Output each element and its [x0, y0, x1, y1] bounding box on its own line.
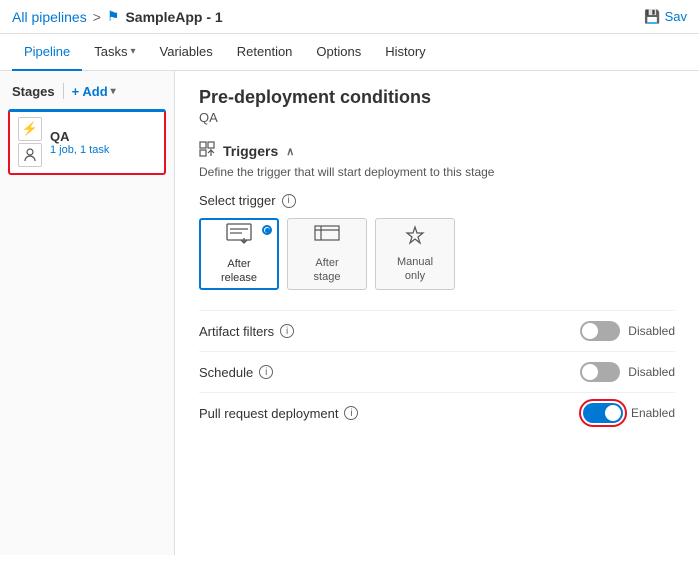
save-icon: 💾 — [644, 9, 660, 25]
stage-icons: ⚡ — [18, 117, 42, 167]
schedule-toggle[interactable] — [580, 362, 620, 382]
save-label: Sav — [665, 9, 687, 24]
trigger-option-after-stage[interactable]: Afterstage — [287, 218, 367, 290]
all-pipelines-link[interactable]: All pipelines — [12, 9, 87, 25]
artifact-filters-toggle-right: Disabled — [580, 321, 675, 341]
breadcrumb: All pipelines > ⚑ SampleApp - 1 — [12, 8, 223, 25]
select-trigger-info-icon[interactable]: i — [282, 194, 296, 208]
stage-person-icon — [18, 143, 42, 167]
trigger-option-manual-only[interactable]: Manualonly — [375, 218, 455, 290]
collapse-icon[interactable]: ∧ — [286, 145, 294, 158]
page-subtitle: QA — [199, 110, 675, 125]
radio-after-release — [262, 225, 272, 235]
tab-options[interactable]: Options — [304, 34, 373, 71]
tasks-dropdown-arrow: ▾ — [131, 46, 136, 57]
artifact-filters-status: Disabled — [628, 324, 675, 338]
artifact-filters-info-icon[interactable]: i — [280, 324, 294, 338]
pull-request-toggle[interactable] — [583, 403, 623, 423]
sidebar-divider — [63, 83, 64, 99]
pull-request-label: Pull request deployment i — [199, 406, 358, 421]
artifact-filters-toggle[interactable] — [580, 321, 620, 341]
top-bar: All pipelines > ⚑ SampleApp - 1 💾 Sav — [0, 0, 699, 34]
pipeline-icon: ⚑ — [107, 8, 120, 25]
page-title: Pre-deployment conditions — [199, 87, 675, 108]
pull-request-status: Enabled — [631, 406, 675, 420]
manual-only-label: Manualonly — [397, 255, 433, 284]
section-triggers-header: Triggers ∧ — [199, 141, 675, 161]
triggers-label: Triggers — [223, 143, 278, 159]
sidebar-header: Stages + Add ▾ — [8, 83, 166, 99]
tab-pipeline[interactable]: Pipeline — [12, 34, 82, 71]
schedule-info-icon[interactable]: i — [259, 365, 273, 379]
stage-meta: 1 job, 1 task — [50, 144, 109, 156]
trigger-options: Afterrelease Afterstage — [199, 218, 675, 290]
trigger-option-after-release[interactable]: Afterrelease — [199, 218, 279, 290]
schedule-row: Schedule i Disabled — [199, 351, 675, 392]
triggers-description: Define the trigger that will start deplo… — [199, 165, 675, 179]
after-stage-icon — [314, 223, 340, 252]
add-dropdown-arrow: ▾ — [111, 86, 116, 97]
schedule-label: Schedule i — [199, 365, 273, 380]
content-area: Pre-deployment conditions QA Triggers ∧ … — [175, 71, 699, 555]
add-button[interactable]: + Add ▾ — [72, 84, 116, 99]
schedule-status: Disabled — [628, 365, 675, 379]
main-layout: Stages + Add ▾ ⚡ QA 1 job, 1 task — [0, 71, 699, 555]
tab-retention[interactable]: Retention — [225, 34, 305, 71]
tab-variables[interactable]: Variables — [148, 34, 225, 71]
stage-card-qa[interactable]: ⚡ QA 1 job, 1 task — [8, 109, 166, 175]
save-button[interactable]: 💾 Sav — [644, 9, 687, 25]
add-label: + Add — [72, 84, 108, 99]
stages-label: Stages — [12, 84, 55, 99]
stage-trigger-icon: ⚡ — [18, 117, 42, 141]
manual-only-icon — [404, 225, 426, 251]
nav-tabs: Pipeline Tasks ▾ Variables Retention Opt… — [0, 34, 699, 71]
sidebar: Stages + Add ▾ ⚡ QA 1 job, 1 task — [0, 71, 175, 555]
tab-tasks[interactable]: Tasks ▾ — [82, 34, 147, 71]
artifact-filters-label: Artifact filters i — [199, 324, 294, 339]
after-stage-label: Afterstage — [314, 256, 341, 285]
pipeline-title: SampleApp - 1 — [125, 9, 222, 25]
pull-request-toggle-right: Enabled — [583, 403, 675, 423]
pull-request-deployment-row: Pull request deployment i Enabled — [199, 392, 675, 433]
after-release-icon — [226, 223, 252, 253]
triggers-icon — [199, 141, 215, 161]
breadcrumb-separator: > — [93, 9, 101, 25]
stage-name: QA — [50, 129, 109, 144]
stage-info: QA 1 job, 1 task — [50, 129, 109, 156]
after-release-label: Afterrelease — [221, 257, 257, 286]
schedule-toggle-right: Disabled — [580, 362, 675, 382]
tab-history[interactable]: History — [373, 34, 437, 71]
select-trigger-label: Select trigger i — [199, 193, 675, 208]
pull-request-info-icon[interactable]: i — [344, 406, 358, 420]
artifact-filters-row: Artifact filters i Disabled — [199, 310, 675, 351]
